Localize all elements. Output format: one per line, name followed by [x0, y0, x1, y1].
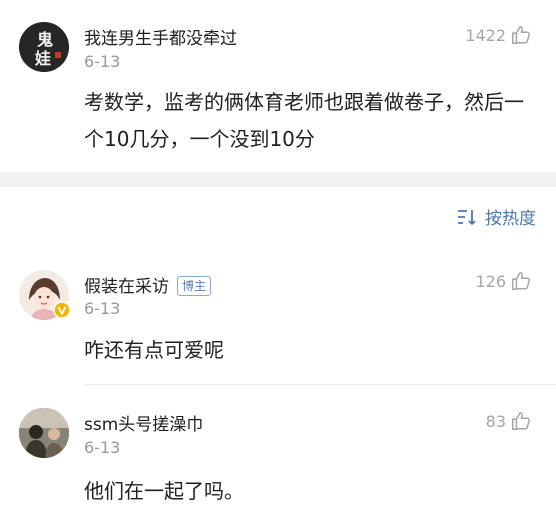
avatar[interactable]	[19, 408, 69, 458]
comment-text: 他们在一起了吗。	[84, 479, 244, 503]
like-button[interactable]: 1422	[465, 22, 532, 48]
avatar[interactable]: 鬼 娃	[19, 22, 69, 72]
like-button[interactable]: 83	[486, 408, 532, 434]
photo-avatar-icon	[19, 408, 69, 458]
sort-icon	[458, 209, 476, 225]
comment-date: 6-13	[84, 438, 121, 457]
svg-text:娃: 娃	[34, 49, 51, 68]
comment-divider	[84, 384, 556, 385]
comment-feed: 鬼 娃 我连男生手都没牵过 6-13 1422 考数学，监考的俩体育老师也跟着做…	[0, 0, 556, 518]
like-count: 1422	[465, 25, 506, 45]
comment-date: 6-13	[84, 52, 121, 71]
sort-label: 按热度	[485, 209, 536, 229]
thumbs-up-icon	[512, 272, 530, 290]
calligraphy-avatar-icon: 鬼 娃	[19, 22, 69, 72]
thumbs-up-icon	[512, 412, 530, 430]
thumbs-up-icon	[512, 26, 530, 44]
like-count: 83	[485, 411, 506, 431]
section-separator	[0, 172, 556, 187]
verified-badge-icon	[53, 301, 71, 319]
comment-text: 考数学，监考的俩体育老师也跟着做卷子，然后一个10几分，一个没到10分	[84, 90, 524, 151]
sort-by-hot-button[interactable]: 按热度	[457, 204, 536, 229]
like-button[interactable]: 126	[475, 268, 532, 294]
username-text: 假装在采访	[84, 277, 169, 297]
like-count: 126	[475, 271, 506, 291]
comment-date: 6-13	[84, 299, 121, 318]
blogger-badge: 博主	[177, 276, 212, 296]
username[interactable]: ssm头号搓澡巾	[84, 410, 203, 435]
username[interactable]: 假装在采访 博主	[84, 272, 212, 297]
comment-text: 咋还有点可爱呢	[84, 338, 224, 362]
username[interactable]: 我连男生手都没牵过	[84, 24, 237, 49]
svg-text:鬼: 鬼	[37, 30, 53, 49]
